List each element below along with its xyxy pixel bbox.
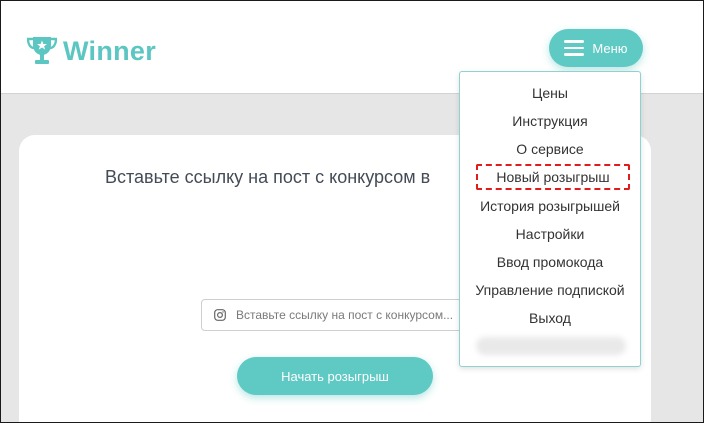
post-link-field[interactable] [201,299,463,331]
menu-item-settings[interactable]: Настройки [460,223,640,245]
blurred-account-info [476,337,626,355]
instagram-icon [214,309,226,321]
menu-item-promo-code[interactable]: Ввод промокода [460,251,640,273]
trophy-icon [27,37,57,64]
menu-item-prices[interactable]: Цены [460,82,640,104]
logo-text: Winner [63,35,157,66]
menu-item-about[interactable]: О сервисе [460,138,640,160]
post-link-input[interactable] [236,308,456,322]
browser-viewport: Winner Меню Вставьте ссылку на пост с ко… [0,0,704,423]
page-title: Вставьте ссылку на пост с конкурсом в [105,167,431,187]
menu-button-label: Меню [592,40,628,56]
menu-dropdown: Цены Инструкция О сервисе Новый розыгрыш… [459,71,641,367]
menu-item-history[interactable]: История розыгрышей [460,195,640,217]
hamburger-icon [564,40,585,56]
logo[interactable]: Winner [27,33,156,69]
menu-item-instructions[interactable]: Инструкция [460,110,640,132]
menu-item-subscription[interactable]: Управление подпиской [460,279,640,301]
start-giveaway-button[interactable]: Начать розыгрыш [237,357,433,395]
menu-item-logout[interactable]: Выход [460,307,640,329]
menu-button[interactable]: Меню [549,29,643,67]
menu-item-new-giveaway[interactable]: Новый розыгрыш [476,164,630,190]
